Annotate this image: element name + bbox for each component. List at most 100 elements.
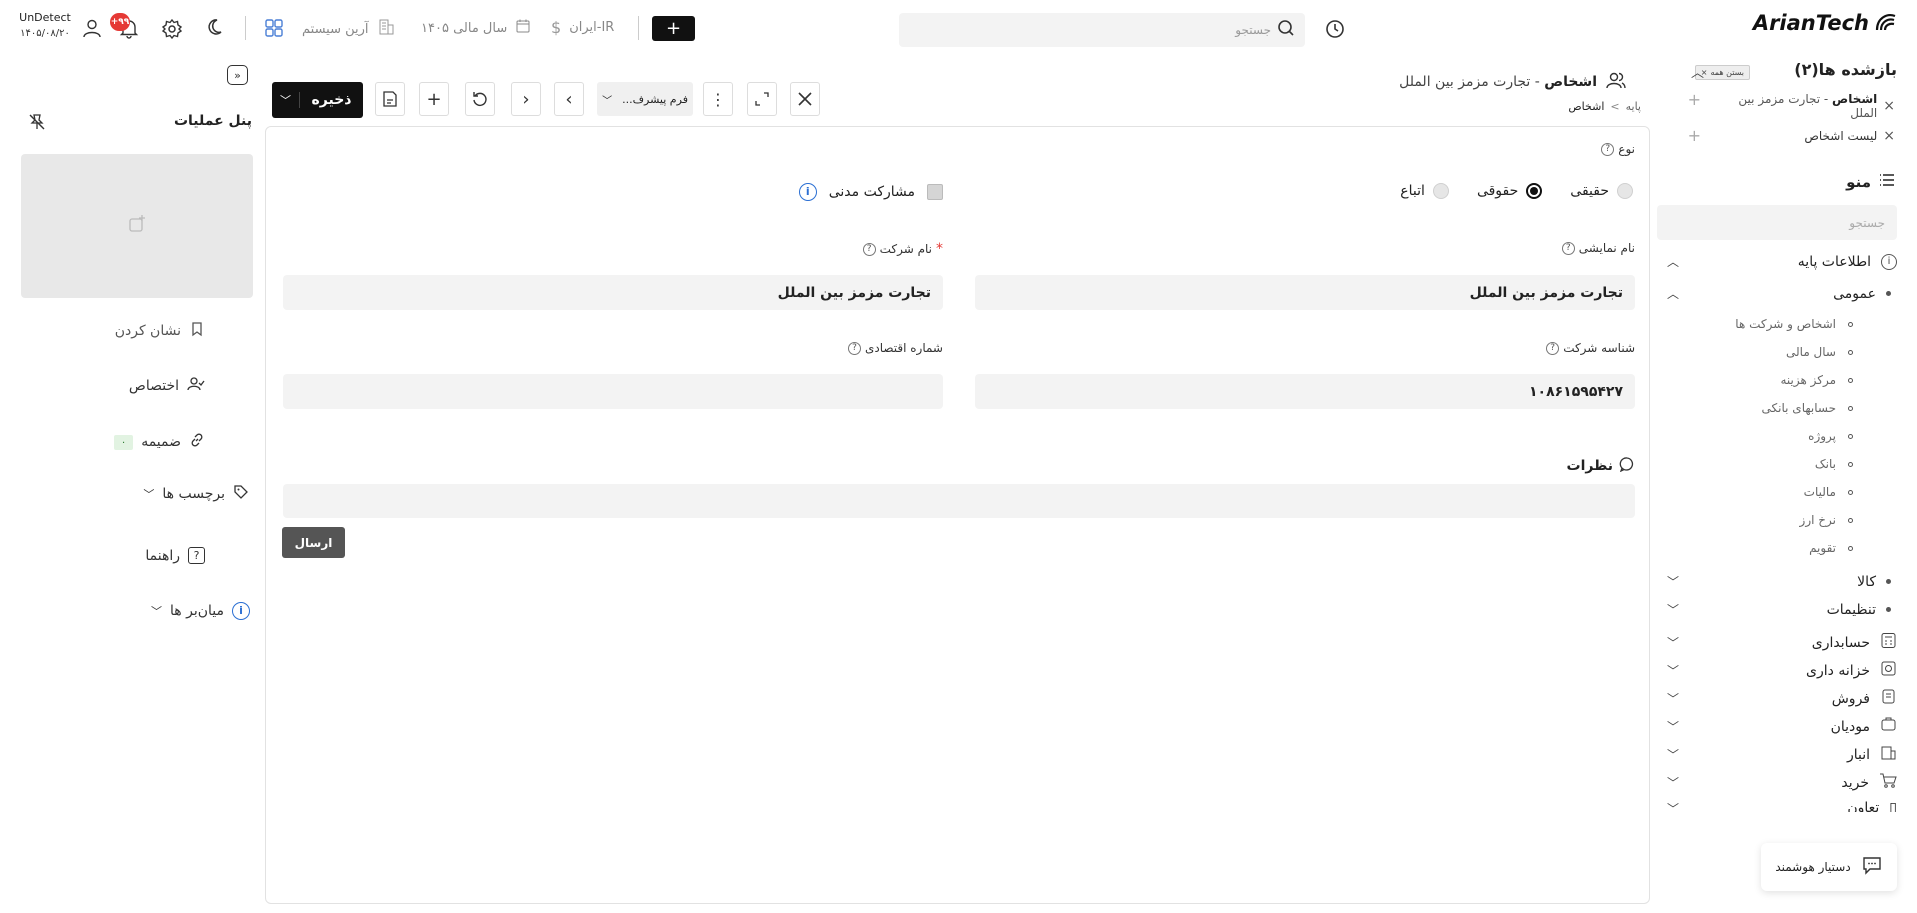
checkbox-box[interactable] [927,184,943,200]
breadcrumb-root[interactable]: پایه [1626,100,1641,113]
help-action[interactable]: ? راهنما [145,547,205,564]
refresh-button[interactable] [465,82,495,116]
settings-gear-icon[interactable] [161,18,183,44]
menu-sub-item[interactable]: اشخاص و شرکت ها [1735,317,1853,331]
close-form-button[interactable] [790,82,820,116]
save-button[interactable]: ذخیره [300,92,363,108]
help-label: راهنما [145,547,180,564]
tags-action[interactable]: برچسب ها ﹀ [143,484,249,504]
opened-title: بازشده ها(۲) [1794,60,1897,79]
menu-goods[interactable]: کالا ﹀ [1667,573,1897,590]
economic-no-field[interactable] [283,374,943,409]
notification-badge: +۹۹ [110,13,130,31]
type-radio-foreign[interactable]: اتباع [1400,183,1449,199]
chevron-down-icon: ﹀ [1667,636,1680,650]
menu-sub-item[interactable]: بانک [1815,457,1853,471]
menu-sub-item[interactable]: مالیات [1804,485,1853,499]
new-record-button[interactable]: + [419,82,449,116]
unpin-icon[interactable] [27,112,47,136]
warehouse-icon [1880,744,1897,765]
chevron-up-icon: ︿ [1667,255,1680,269]
company-id-label: شناسه شرکت ? [1546,341,1635,355]
user-avatar-icon[interactable] [81,17,103,43]
opened-item-person[interactable]: × اشخاص - تجارت مزمز بین الملل [1717,92,1895,120]
close-tab-icon[interactable]: × [1883,128,1895,144]
shortcuts-action[interactable]: i میان‌بر ها ﹀ [151,602,250,620]
type-radio-legal[interactable]: حقوقی [1477,183,1543,199]
company-name-label-text: نام شرکت [879,242,932,256]
history-icon[interactable] [1324,18,1346,44]
tags-label: برچسب ها [162,486,225,502]
menu-warehouse-label: انبار [1846,746,1870,763]
add-tab-icon[interactable]: + [1688,126,1701,145]
save-dropdown-chevron-icon[interactable]: ﹀ [272,92,300,108]
company-id-label-text: شناسه شرکت [1563,341,1635,355]
menu-sub-item[interactable]: حسابهای بانکی [1762,401,1853,415]
user-info[interactable]: UnDetect ۱۴۰۵/۰۸/۲۰ [16,11,74,39]
send-comment-button[interactable]: ارسال [282,527,345,558]
comment-input[interactable] [283,484,1635,518]
menu-settings[interactable]: تنظیمات ﹀ [1667,601,1897,618]
attachment-action[interactable]: ضمیمه ۰ [113,432,205,452]
company-name-label: * نام شرکت ? [862,241,943,257]
menu-treasury[interactable]: خزانه داری ﹀ [1667,660,1897,681]
help-icon[interactable]: ? [1561,241,1575,255]
menu-sub-item[interactable]: پروژه [1808,429,1853,443]
smart-assistant-button[interactable]: دستیار هوشمند [1761,843,1897,891]
more-options-button[interactable]: ⋮ [703,82,733,116]
region-selector[interactable]: $ ایران-IR [551,18,614,37]
menu-sub-item[interactable]: نرخ ارز [1800,513,1853,527]
menu-sub-item[interactable]: سال مالی [1786,345,1853,359]
help-icon[interactable]: ? [862,242,876,256]
help-box-icon: ? [188,547,205,564]
prev-record-button[interactable]: › [511,82,541,116]
global-search[interactable]: جستجو [899,13,1305,47]
company-id-field[interactable]: ۱۰۸۶۱۵۹۵۴۲۷ [975,374,1635,409]
add-tab-icon[interactable]: + [1688,90,1701,109]
menu-search-placeholder: جستجو [1849,215,1885,230]
menu-sales[interactable]: فروش ﹀ [1667,688,1897,709]
collapse-opened-icon[interactable]: ︿ [1691,62,1704,81]
opened-item-persons-list[interactable]: × لیست اشخاص [1804,128,1895,144]
assistant-label: دستیار هوشمند [1775,860,1851,874]
logo-text: ArianTech [1752,11,1869,35]
header-divider-2 [245,16,246,40]
civil-partnership-checkbox[interactable]: مشارکت مدنی i [798,183,943,201]
menu-sub-item[interactable]: مرکز هزینه [1780,373,1853,387]
info-circle-icon[interactable]: i [798,183,817,201]
help-icon[interactable]: ? [1601,142,1615,156]
attachment-drop-area[interactable] [21,154,253,298]
menu-general[interactable]: عمومی ︿ [1667,285,1897,302]
add-button[interactable]: + [652,16,695,41]
next-record-button[interactable]: ‹ [554,82,584,116]
menu-sub-item[interactable]: تقویم [1809,541,1853,555]
type-radio-real[interactable]: حقیقی [1570,183,1633,199]
panel-collapse-icon[interactable]: » [227,65,248,85]
save-as-template-icon[interactable] [375,82,405,116]
fiscal-year-selector[interactable]: سال مالی ۱۴۰۵ [421,18,531,38]
company-name-field[interactable]: تجارت مزمز بین الملل [283,275,943,310]
display-name-field[interactable]: تجارت مزمز بین الملل [975,275,1635,310]
menu-base-info[interactable]: i اطلاعات پایه ︿ [1667,253,1897,270]
form-type-select[interactable]: فرم پیشرف... ﹀ [597,82,693,116]
menu-search-input[interactable]: جستجو [1657,205,1897,240]
save-split-button[interactable]: ﹀ ذخیره [272,82,363,118]
notification-count: +۹۹ [110,17,130,27]
menu-purchase[interactable]: خرید ﹀ [1667,772,1897,793]
dark-mode-icon[interactable] [206,16,228,42]
assign-action[interactable]: اختصاص [129,376,205,396]
bookmark-action[interactable]: نشان کردن [115,321,205,341]
company-selector[interactable]: آرین سیستم [302,18,395,40]
apps-grid-icon[interactable] [264,18,284,42]
app-logo[interactable]: ArianTech [1753,10,1899,36]
close-tab-icon[interactable]: × [1883,98,1895,114]
expand-button[interactable] [747,82,777,116]
menu-warehouse[interactable]: انبار ﹀ [1667,744,1897,765]
help-icon[interactable]: ? [1546,341,1560,355]
menu-taxpayers[interactable]: مودیان ﹀ [1667,716,1897,737]
menu-goods-label: کالا [1857,573,1876,590]
menu-accounting[interactable]: حسابداری ﹀ [1667,632,1897,653]
help-icon[interactable]: ? [847,341,861,355]
radio-label: حقیقی [1570,183,1609,199]
cart-icon [1879,772,1897,793]
